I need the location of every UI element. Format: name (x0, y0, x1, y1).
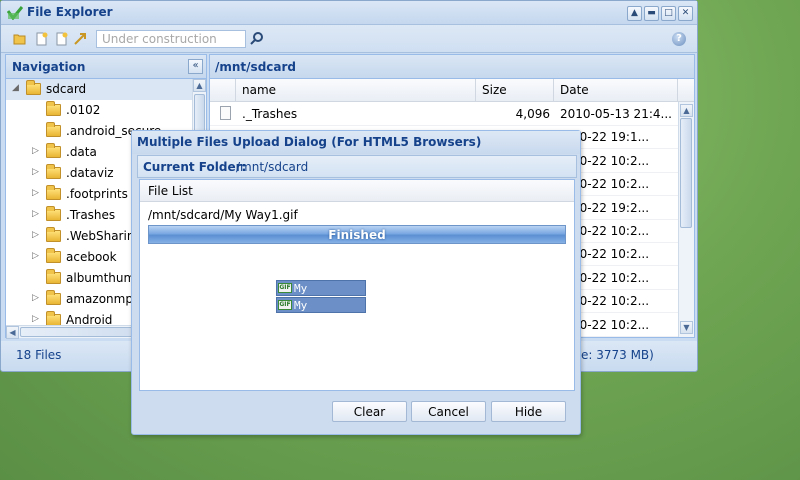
dragged-file-item[interactable]: GIF My Way2.gif (276, 280, 366, 308)
tree-root-item[interactable]: ◢ sdcard (6, 79, 192, 100)
current-folder-bar: Current Folder: /mnt/sdcard (137, 155, 577, 178)
toolbar: ? (1, 25, 697, 53)
folder-icon (46, 185, 61, 200)
cell-date: 2010-05-13 21:4... (560, 107, 672, 121)
new-file-icon[interactable] (34, 32, 48, 46)
column-header-name[interactable]: name (236, 79, 476, 102)
current-folder-value: /mnt/sdcard (236, 160, 309, 174)
file-list-header: File List (140, 180, 574, 202)
tree-item-label: amazonmp3 (66, 292, 141, 306)
app-logo-icon (7, 6, 23, 20)
folder-icon (46, 248, 61, 263)
grid-column-headers: name Size Date (210, 79, 694, 102)
folder-icon (46, 143, 61, 158)
navigation-header: Navigation « (6, 55, 206, 79)
folder-icon (46, 269, 61, 284)
folder-icon (26, 80, 41, 95)
folder-icon (46, 122, 61, 137)
expand-arrow-icon[interactable]: ▷ (32, 188, 39, 198)
file-list-title: File List (148, 184, 193, 198)
scroll-left-arrow-icon[interactable]: ◀ (6, 326, 19, 339)
folder-icon (46, 164, 61, 179)
dialog-title: Multiple Files Upload Dialog (For HTML5 … (137, 135, 482, 149)
folder-icon (46, 101, 61, 116)
scroll-down-arrow-icon[interactable]: ▼ (680, 321, 693, 334)
table-row[interactable]: ._Trashes 4,096 2010-05-13 21:4... (210, 103, 678, 126)
tree-item[interactable]: .0102 (6, 100, 192, 121)
collapse-arrow-icon[interactable]: ◢ (12, 83, 19, 93)
tree-item-label: .footprints (66, 187, 128, 201)
progress-label: Finished (328, 228, 386, 242)
uploading-file-path: /mnt/sdcard/My Way1.gif (148, 208, 298, 222)
file-count: 18 Files (16, 348, 62, 362)
cancel-button[interactable]: Cancel (411, 401, 486, 422)
folder-icon (46, 227, 61, 242)
folder-icon (46, 206, 61, 221)
tree-item-label: .0102 (66, 103, 101, 117)
dragged-file-name: My Way3.gif (294, 299, 347, 325)
help-icon[interactable]: ? (672, 32, 686, 46)
search-input[interactable] (96, 30, 246, 48)
current-folder-label: Current Folder: (143, 160, 247, 174)
upload-progress-bar: Finished (148, 225, 566, 244)
navigation-title: Navigation (12, 60, 86, 74)
tree-item-label: acebook (66, 250, 117, 264)
expand-arrow-icon[interactable]: ▷ (32, 146, 39, 156)
expand-arrow-icon[interactable]: ▷ (32, 293, 39, 303)
search-icon[interactable] (250, 31, 264, 46)
column-header-size[interactable]: Size (476, 79, 554, 102)
grid-vertical-scrollbar[interactable]: ▲ ▼ (678, 102, 694, 337)
file-list-panel[interactable]: File List /mnt/sdcard/My Way1.gif Finish… (139, 179, 575, 391)
clear-button[interactable]: Clear (332, 401, 407, 422)
new-folder-icon[interactable] (54, 32, 68, 46)
dragged-file-item[interactable]: GIF My Way3.gif (276, 297, 366, 325)
cell-size: 4,096 (515, 107, 550, 121)
maximize-button[interactable]: □ (661, 6, 676, 21)
scroll-thumb[interactable] (680, 118, 692, 228)
window-titlebar[interactable]: File Explorer ▲ ▬ □ ✕ (1, 1, 697, 25)
cell-name: ._Trashes (242, 107, 298, 121)
tree-item-label: .data (66, 145, 97, 159)
hide-button[interactable]: Hide (491, 401, 566, 422)
expand-arrow-icon[interactable]: ▷ (32, 230, 39, 240)
scroll-up-button[interactable]: ▲ (627, 6, 642, 21)
tree-item-label: .dataviz (66, 166, 114, 180)
expand-arrow-icon[interactable]: ▷ (32, 167, 39, 177)
minimize-button[interactable]: ▬ (644, 6, 659, 21)
folder-icon (46, 290, 61, 305)
column-header-icon[interactable] (210, 79, 236, 102)
expand-arrow-icon[interactable]: ▷ (32, 251, 39, 261)
collapse-panel-button[interactable]: « (188, 59, 203, 74)
expand-arrow-icon[interactable]: ▷ (32, 209, 39, 219)
file-icon (220, 106, 231, 120)
gif-file-icon: GIF (278, 283, 292, 293)
column-header-date[interactable]: Date (554, 79, 678, 102)
folder-icon (46, 311, 61, 325)
tree-item-label: .Trashes (66, 208, 116, 222)
tree-item-label: Android (66, 313, 113, 325)
grid-path-header: /mnt/sdcard (210, 55, 694, 79)
window-title: File Explorer (27, 5, 113, 19)
gif-file-icon: GIF (278, 300, 292, 310)
scroll-up-arrow-icon[interactable]: ▲ (193, 79, 206, 92)
open-folder-icon[interactable] (13, 32, 27, 46)
scroll-up-arrow-icon[interactable]: ▲ (680, 104, 693, 117)
current-path: /mnt/sdcard (215, 60, 296, 74)
dialog-titlebar[interactable]: Multiple Files Upload Dialog (For HTML5 … (132, 131, 580, 154)
expand-arrow-icon[interactable]: ▷ (32, 314, 39, 324)
refresh-icon[interactable] (73, 32, 87, 46)
upload-dialog: Multiple Files Upload Dialog (For HTML5 … (131, 130, 581, 435)
tree-item-label: sdcard (46, 82, 87, 96)
close-button[interactable]: ✕ (678, 6, 693, 21)
